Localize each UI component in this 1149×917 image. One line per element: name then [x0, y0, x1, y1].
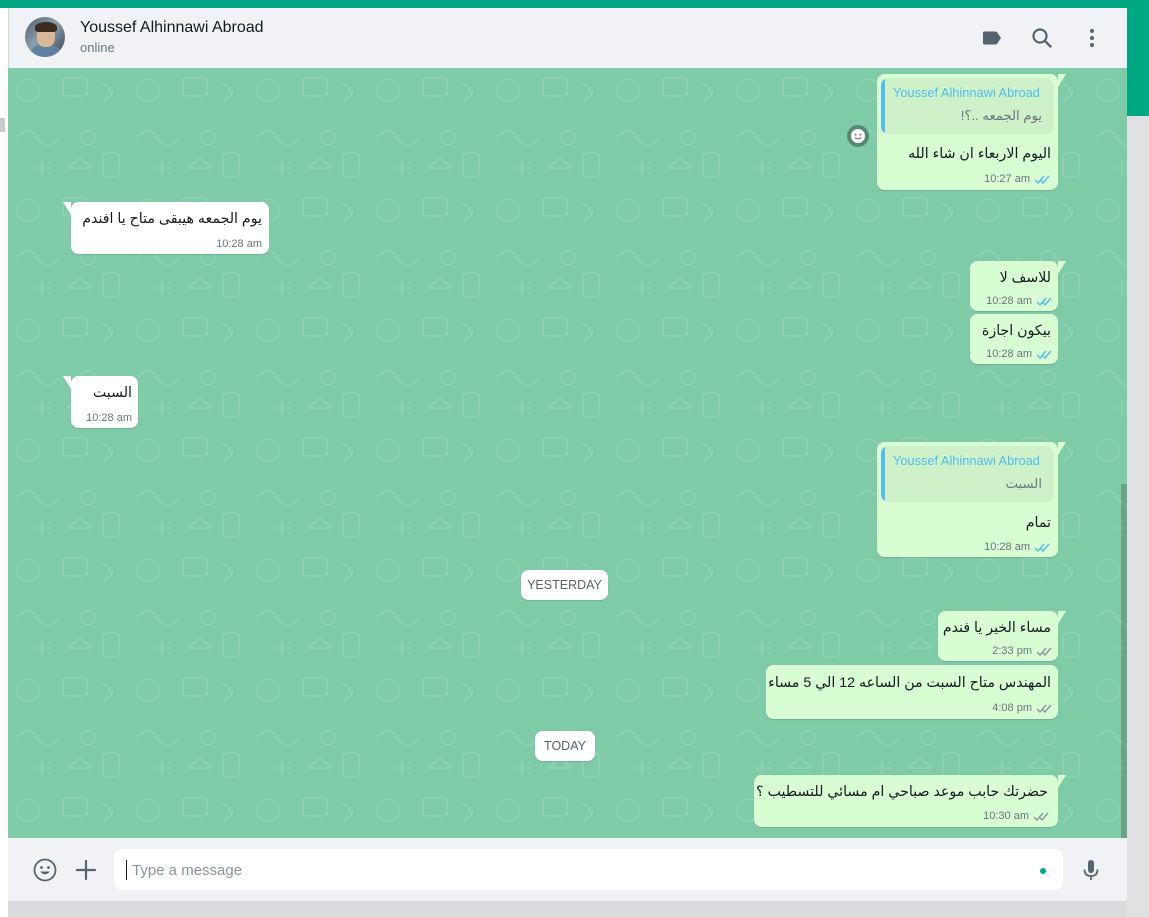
message-time: 10:28 am	[86, 412, 132, 424]
microphone-icon[interactable]	[1078, 857, 1104, 883]
message-text: السبت	[92, 385, 132, 401]
message-bubble-outgoing[interactable]: للاسف لا 10:28 am	[970, 261, 1066, 311]
message-bubble-outgoing[interactable]: بيكون اجازة 10:28 am	[970, 314, 1058, 364]
date-separator-yesterday: YESTERDAY	[521, 570, 608, 600]
right-accent-bar	[1127, 0, 1149, 116]
message-time: 10:27 am	[984, 173, 1030, 185]
read-ticks-icon	[1034, 543, 1050, 553]
contact-status: online	[80, 40, 115, 55]
left-gutter	[0, 8, 8, 917]
menu-icon[interactable]	[1080, 26, 1104, 50]
message-input[interactable]	[126, 860, 1026, 880]
emoji-reaction-icon[interactable]	[847, 125, 869, 147]
search-icon[interactable]	[1030, 26, 1054, 50]
label-icon[interactable]	[980, 26, 1004, 50]
message-text: مساء الخير يا فندم	[942, 620, 1051, 636]
compose-bar	[8, 838, 1127, 901]
message-bubble-outgoing[interactable]: Youssef Alhinnawi Abroad يوم الجمعه ..؟!…	[877, 74, 1066, 190]
message-time: 10:28 am	[986, 348, 1032, 360]
browser-frame: Youssef Alhinnawi Abroad online Youssef …	[0, 0, 1149, 917]
attach-plus-icon[interactable]	[73, 857, 99, 883]
date-separator-today: TODAY	[535, 731, 595, 761]
quoted-message[interactable]: Youssef Alhinnawi Abroad يوم الجمعه ..؟!	[881, 78, 1054, 134]
message-input-box[interactable]	[114, 849, 1063, 890]
scrollbar[interactable]	[1121, 484, 1127, 838]
message-list[interactable]: Youssef Alhinnawi Abroad يوم الجمعه ..؟!…	[8, 68, 1127, 838]
message-time: 10:30 am	[983, 810, 1029, 822]
message-text: بيكون اجازة	[981, 323, 1051, 339]
message-text: حضرتك حابب موعد صباحي ام مسائي للتسطيب ؟	[756, 784, 1048, 800]
message-time: 10:28 am	[984, 541, 1030, 553]
message-text: يوم الجمعه هيبقى متاح يا افندم	[82, 211, 262, 227]
message-bubble-outgoing[interactable]: المهندس متاح السبت من الساعه 12 الي 5 مس…	[766, 665, 1058, 719]
read-ticks-icon	[1034, 175, 1050, 185]
quoted-text: يوم الجمعه ..؟!	[960, 108, 1042, 123]
top-accent-bar	[0, 0, 1149, 8]
avatar[interactable]	[25, 17, 65, 57]
message-bubble-outgoing[interactable]: مساء الخير يا فندم 2:33 pm	[938, 611, 1066, 661]
message-text: تمام	[1025, 515, 1051, 531]
message-bubble-outgoing[interactable]: Youssef Alhinnawi Abroad السبت تمام 10:2…	[877, 442, 1066, 557]
message-time: 4:08 pm	[992, 702, 1032, 714]
right-gutter	[1127, 116, 1149, 917]
quoted-author: Youssef Alhinnawi Abroad	[893, 453, 1040, 468]
chat-window: Youssef Alhinnawi Abroad online Youssef …	[8, 8, 1127, 901]
message-bubble-incoming[interactable]: يوم الجمعه هيبقى متاح يا افندم 10:28 am	[63, 202, 269, 254]
contact-name[interactable]: Youssef Alhinnawi Abroad	[80, 19, 264, 37]
message-text: المهندس متاح السبت من الساعه 12 الي 5 مس…	[768, 675, 1051, 691]
message-time: 10:28 am	[986, 295, 1032, 307]
message-text: اليوم الاربعاء ان شاء الله	[908, 146, 1051, 162]
quoted-message[interactable]: Youssef Alhinnawi Abroad السبت	[881, 446, 1054, 502]
chat-header[interactable]: Youssef Alhinnawi Abroad online	[8, 8, 1127, 68]
message-bubble-outgoing[interactable]: حضرتك حابب موعد صباحي ام مسائي للتسطيب ؟…	[754, 775, 1066, 827]
read-ticks-icon	[1036, 297, 1052, 307]
input-status-dot	[1040, 868, 1046, 874]
emoji-icon[interactable]	[32, 857, 58, 883]
delivered-ticks-icon	[1036, 647, 1052, 657]
message-bubble-incoming[interactable]: السبت 10:28 am	[63, 376, 138, 428]
quoted-author: Youssef Alhinnawi Abroad	[893, 85, 1040, 100]
left-scroll-notch	[0, 118, 5, 132]
quoted-text: السبت	[1005, 476, 1042, 491]
delivered-ticks-icon	[1033, 812, 1049, 822]
delivered-ticks-icon	[1036, 704, 1052, 714]
read-ticks-icon	[1036, 350, 1052, 360]
message-time: 10:28 am	[216, 238, 262, 250]
message-text: للاسف لا	[999, 270, 1051, 286]
message-time: 2:33 pm	[992, 645, 1032, 657]
